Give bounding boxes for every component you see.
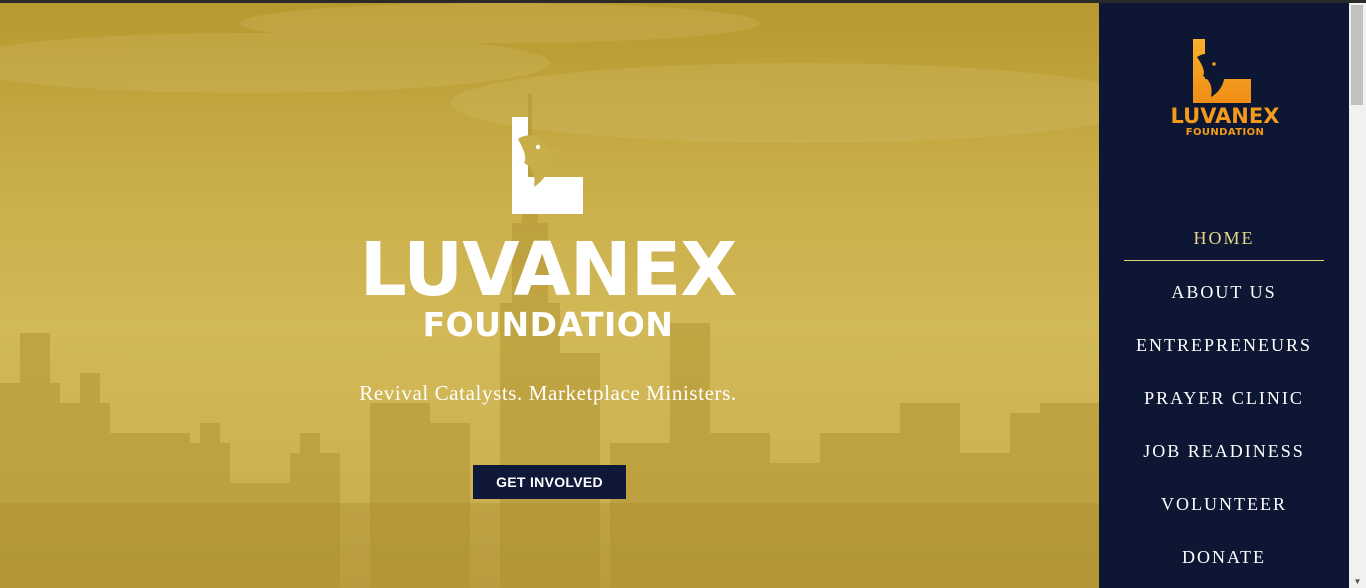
nav-item-entrepreneurs: ENTREPRENEURS: [1124, 322, 1324, 375]
hero-tagline: Revival Catalysts. Marketplace Ministers…: [359, 381, 737, 405]
nav-link-home[interactable]: HOME: [1194, 226, 1255, 250]
sidebar-logo[interactable]: LUVANEX FOUNDATION: [1167, 35, 1283, 139]
get-involved-button[interactable]: GET INVOLVED: [473, 465, 626, 499]
nav-link-donate[interactable]: DONATE: [1182, 545, 1266, 569]
nav-item-donate: DONATE: [1124, 534, 1324, 587]
hero-brand-subtitle: FOUNDATION: [422, 305, 674, 344]
eagle-icon: [1193, 39, 1251, 103]
nav-item-job-readiness: JOB READINESS: [1124, 428, 1324, 481]
nav-link-about-us[interactable]: ABOUT US: [1171, 280, 1276, 304]
sidebar-logo-subtitle: FOUNDATION: [1185, 127, 1265, 138]
hero-brand-name: LUVANEX: [359, 227, 738, 313]
hero-section: LUVANEX FOUNDATION Revival Catalysts. Ma…: [0, 3, 1099, 588]
nav-item-home: HOME: [1124, 215, 1324, 261]
nav-item-prayer-clinic: PRAYER CLINIC: [1124, 375, 1324, 428]
nav-item-about-us: ABOUT US: [1124, 269, 1324, 322]
nav-link-volunteer[interactable]: VOLUNTEER: [1161, 492, 1287, 516]
nav-link-job-readiness[interactable]: JOB READINESS: [1143, 439, 1305, 463]
main-nav: HOME ABOUT US ENTREPRENEURS PRAYER CLINI…: [1124, 215, 1324, 587]
nav-item-volunteer: VOLUNTEER: [1124, 481, 1324, 534]
page-scrollbar[interactable]: ▼: [1349, 3, 1366, 588]
nav-link-entrepreneurs[interactable]: ENTREPRENEURS: [1136, 333, 1312, 357]
sidebar: LUVANEX FOUNDATION HOME ABOUT US ENTREPR…: [1099, 3, 1349, 588]
sidebar-logo-name: LUVANEX: [1170, 104, 1280, 128]
scrollbar-thumb[interactable]: [1351, 5, 1363, 105]
eagle-icon: [512, 117, 583, 214]
chevron-down-icon[interactable]: ▼: [1349, 576, 1366, 588]
nav-link-prayer-clinic[interactable]: PRAYER CLINIC: [1144, 386, 1304, 410]
